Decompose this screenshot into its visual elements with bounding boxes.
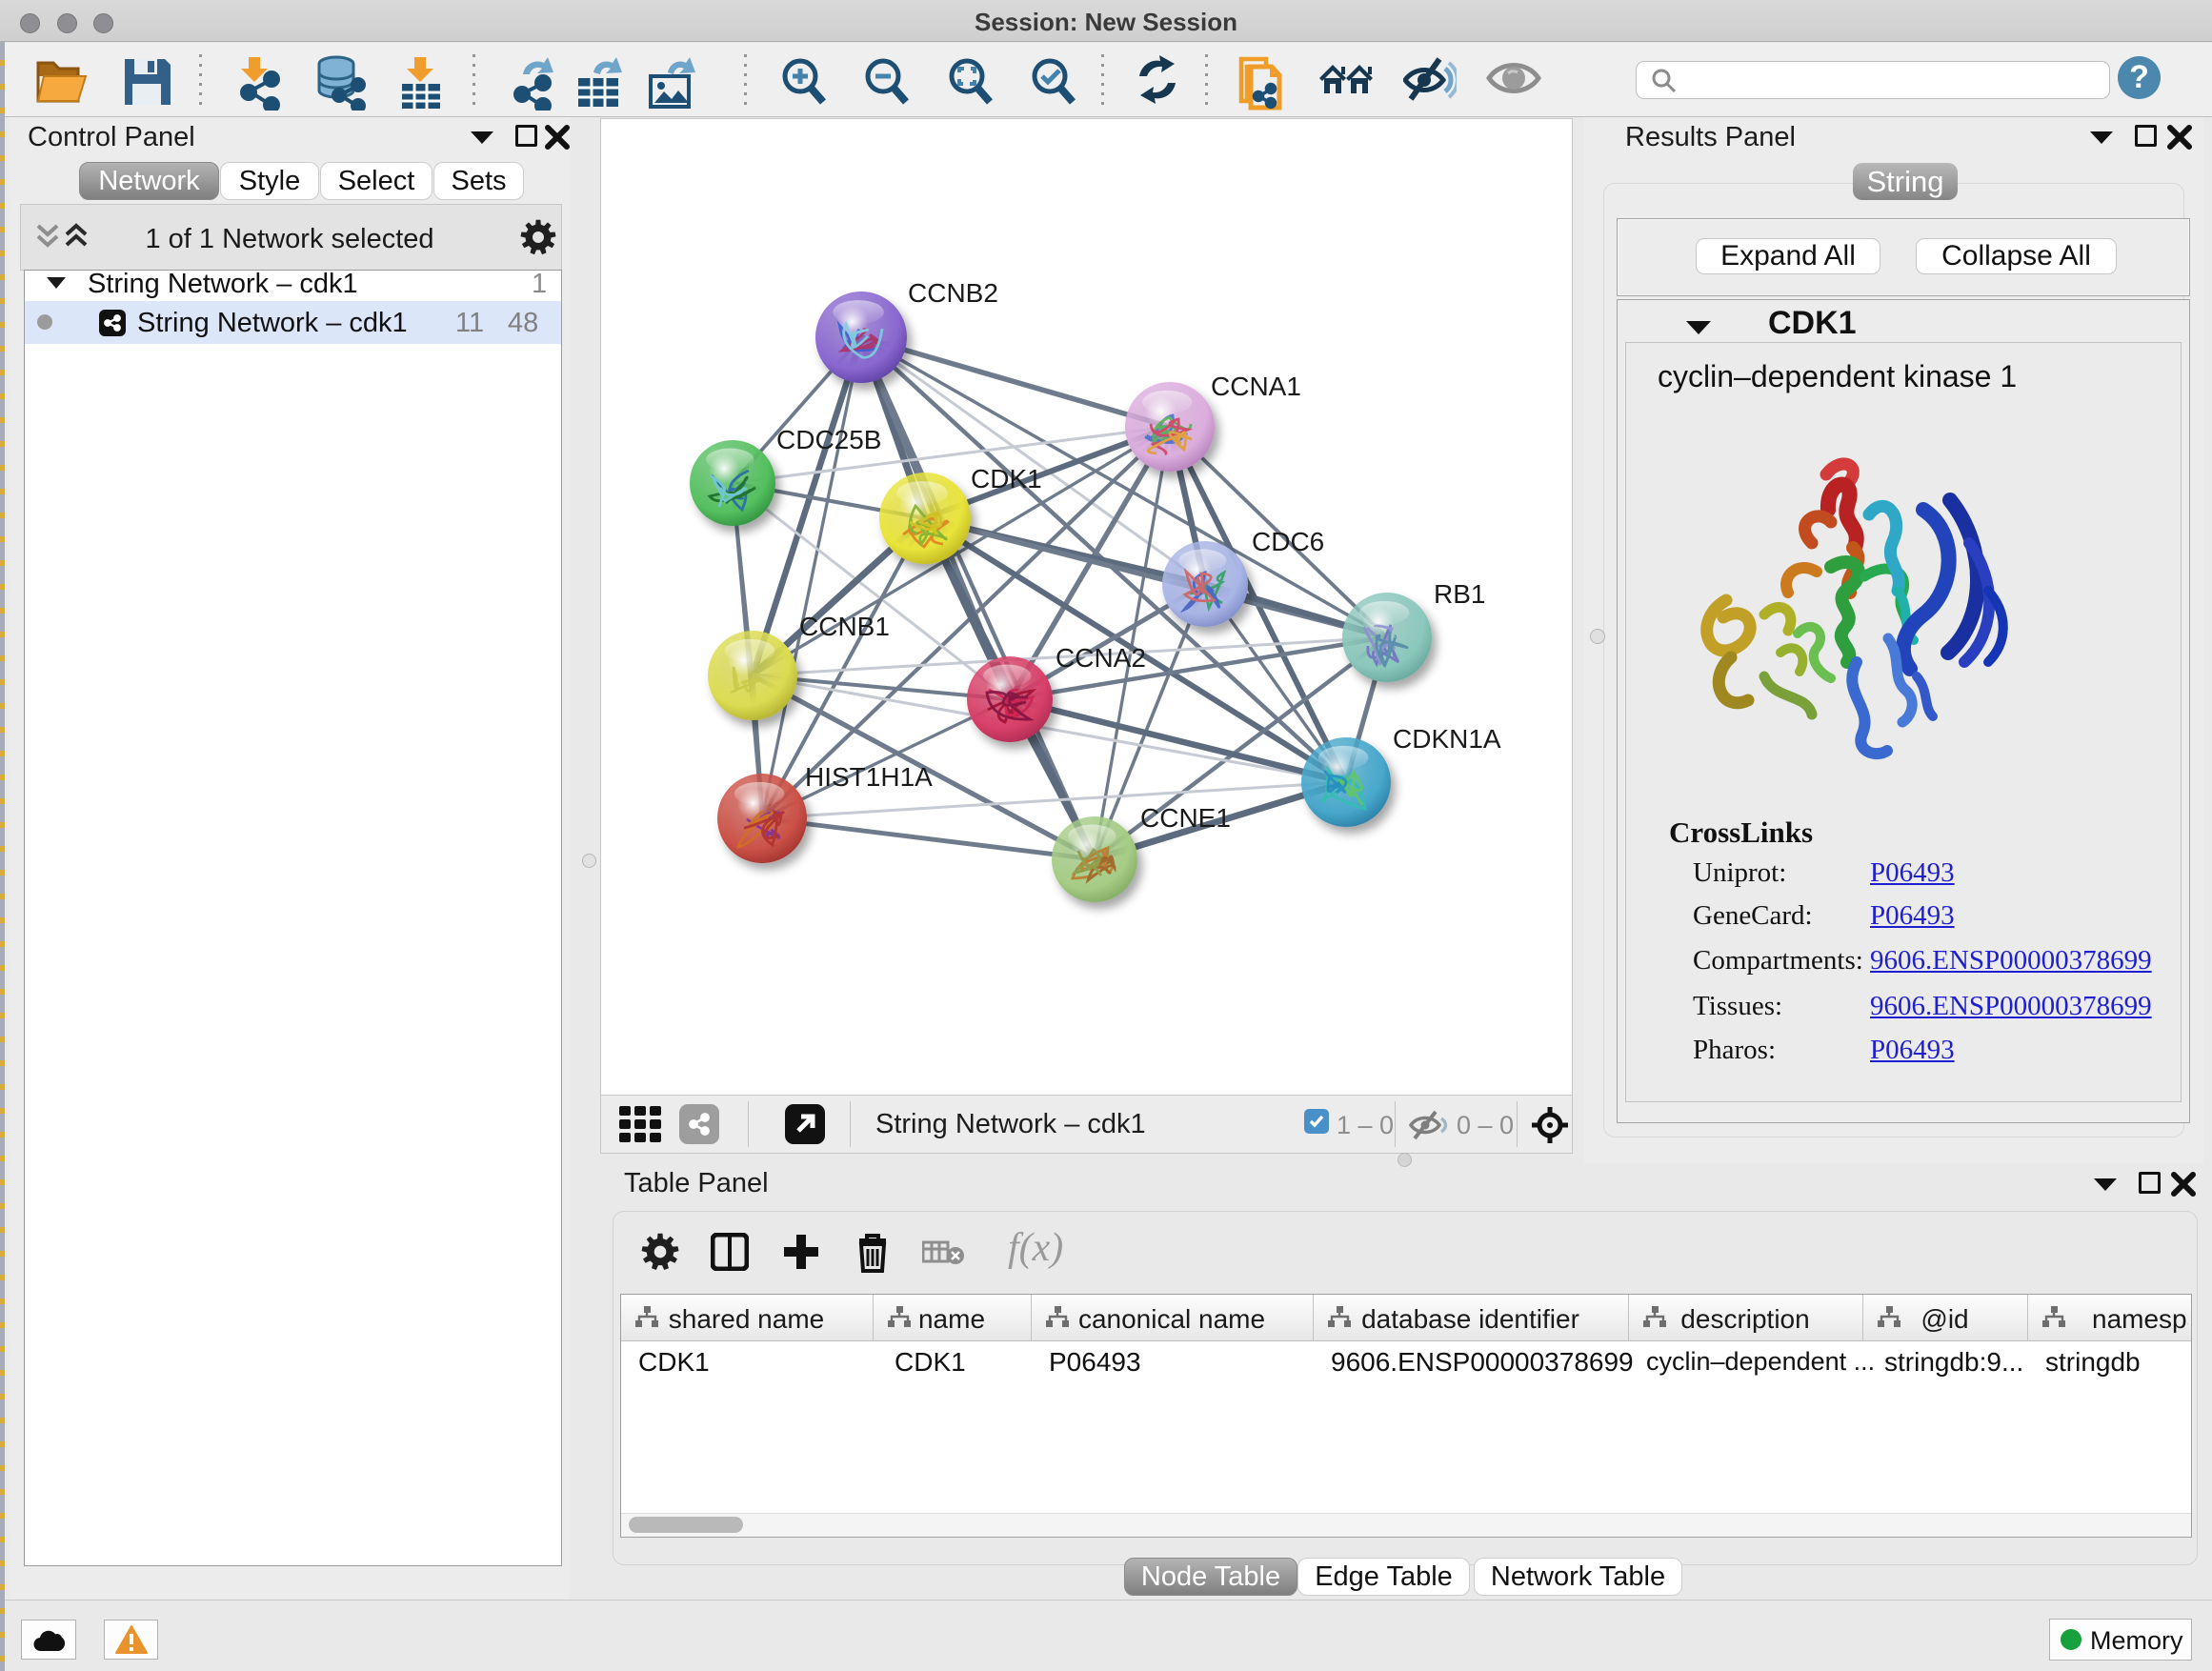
svg-text:RB1: RB1 (1434, 579, 1485, 609)
svg-text:CDK1: CDK1 (971, 464, 1042, 493)
svg-text:CCNA2: CCNA2 (1056, 643, 1146, 673)
svg-text:CDKN1A: CDKN1A (1393, 724, 1501, 754)
svg-text:CDC6: CDC6 (1252, 527, 1324, 556)
svg-text:CCNB2: CCNB2 (908, 278, 998, 308)
svg-text:CCNE1: CCNE1 (1140, 803, 1231, 833)
svg-text:CCNB1: CCNB1 (799, 612, 890, 641)
svg-text:CCNA1: CCNA1 (1211, 372, 1301, 401)
svg-text:HIST1H1A: HIST1H1A (805, 762, 933, 792)
svg-text:CDC25B: CDC25B (776, 425, 881, 454)
